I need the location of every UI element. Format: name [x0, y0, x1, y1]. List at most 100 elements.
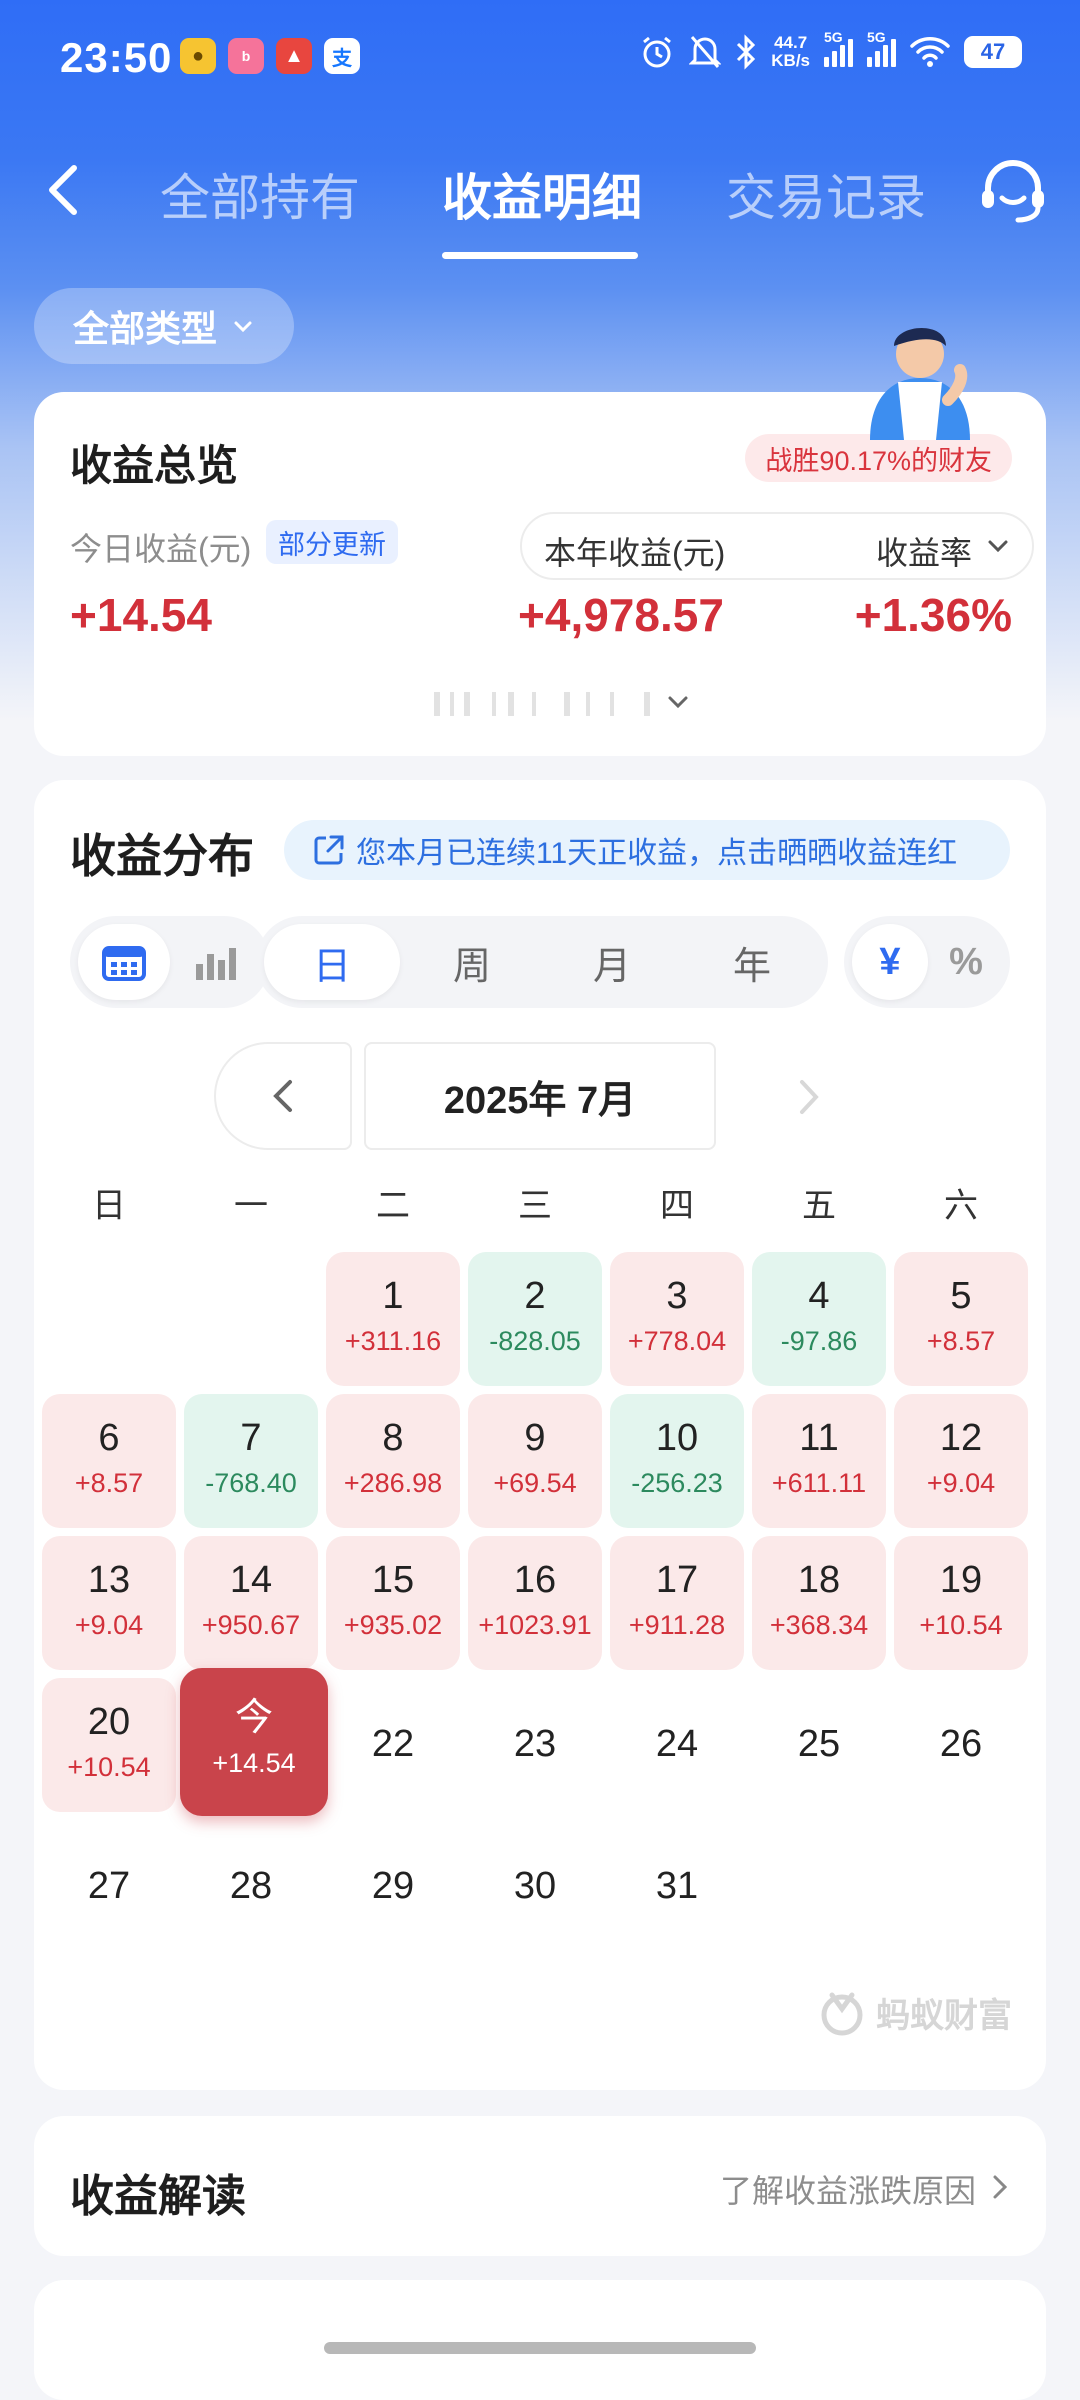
- day-earnings: -256.23: [631, 1468, 723, 1498]
- chevron-left-icon: [273, 1080, 292, 1112]
- calendar-day[interactable]: 13 +9.04: [42, 1536, 176, 1670]
- signal-strength-1: 5G: [824, 29, 853, 67]
- notification-app-icons: ● b ▲ 支: [180, 38, 360, 74]
- calendar-day[interactable]: 20 +10.54: [42, 1678, 176, 1812]
- tab-all-holdings[interactable]: 全部持有: [160, 158, 360, 230]
- calendar-day[interactable]: 26: [894, 1678, 1028, 1812]
- day-number: 5: [950, 1275, 972, 1317]
- interpretation-link[interactable]: 了解收益涨跌原因: [720, 2166, 976, 2212]
- day-number: 14: [229, 1559, 273, 1601]
- day-earnings: +611.11: [771, 1468, 867, 1498]
- calendar-day[interactable]: 27: [42, 1820, 176, 1954]
- battery-indicator: 47: [964, 36, 1022, 68]
- calendar-day[interactable]: 24: [610, 1678, 744, 1812]
- year-earnings-label: 本年收益(元): [544, 535, 726, 571]
- day-earnings: +9.04: [926, 1468, 996, 1498]
- period-week-button[interactable]: 周: [404, 924, 540, 1000]
- calendar-day[interactable]: 17 +911.28: [610, 1536, 744, 1670]
- year-earnings-selector[interactable]: 本年收益(元) 收益率: [520, 512, 1034, 580]
- calendar-day[interactable]: 12 +9.04: [894, 1394, 1028, 1528]
- calendar-day[interactable]: 9 +69.54: [468, 1394, 602, 1528]
- tab-transaction-records[interactable]: 交易记录: [726, 158, 926, 230]
- day-number: 8: [382, 1417, 404, 1459]
- distribution-title: 收益分布: [70, 830, 254, 882]
- calendar-day[interactable]: 19 +10.54: [894, 1536, 1028, 1670]
- day-number: 16: [513, 1559, 557, 1601]
- day-earnings: +8.57: [926, 1326, 996, 1356]
- unit-percent-button[interactable]: %: [928, 924, 1004, 1000]
- chevron-down-icon: [234, 321, 252, 333]
- calendar-day[interactable]: 7 -768.40: [184, 1394, 318, 1528]
- view-mode-toggle: [70, 916, 270, 1008]
- beat-percentage-badge[interactable]: 战胜90.17%的财友: [745, 434, 1012, 482]
- day-number: 4: [808, 1275, 830, 1317]
- day-number: 6: [98, 1417, 120, 1459]
- signal-strength-2: 5G: [867, 29, 896, 67]
- next-month-chevron-icon[interactable]: [774, 1062, 844, 1132]
- calendar-day[interactable]: 14 +950.67: [184, 1536, 318, 1670]
- day-earnings: +286.98: [343, 1468, 443, 1498]
- tab-earnings-detail[interactable]: 收益明细: [442, 158, 642, 230]
- status-bar: 23:50 ● b ▲ 支 44.7 KB/s 5G 5G 47: [0, 0, 1080, 120]
- calendar-day[interactable]: 23: [468, 1678, 602, 1812]
- day-number: 28: [229, 1865, 273, 1907]
- back-icon[interactable]: [36, 160, 96, 220]
- day-earnings: +778.04: [627, 1326, 727, 1356]
- type-filter-dropdown[interactable]: 全部类型: [34, 288, 294, 364]
- streak-banner[interactable]: 您本月已连续11天正收益，点击晒晒收益连红: [284, 820, 1010, 880]
- calendar-day[interactable]: 31: [610, 1820, 744, 1954]
- expand-chevron-icon[interactable]: [434, 684, 734, 724]
- calendar-day[interactable]: 4 -97.86: [752, 1252, 886, 1386]
- calendar-day[interactable]: 11 +611.11: [752, 1394, 886, 1528]
- calendar-day[interactable]: 2 -828.05: [468, 1252, 602, 1386]
- day-earnings: +9.04: [74, 1610, 144, 1640]
- return-rate-label[interactable]: 收益率: [876, 528, 972, 574]
- share-icon: [314, 835, 344, 865]
- calendar-day[interactable]: 29: [326, 1820, 460, 1954]
- overview-title: 收益总览: [70, 442, 239, 489]
- day-earnings: -768.40: [205, 1468, 297, 1498]
- calendar-day[interactable]: 10 -256.23: [610, 1394, 744, 1528]
- calendar-day[interactable]: 16 +1023.91: [468, 1536, 602, 1670]
- calendar-day[interactable]: 3 +778.04: [610, 1252, 744, 1386]
- calendar-day[interactable]: 22: [326, 1678, 460, 1812]
- day-number: 15: [371, 1559, 415, 1601]
- watermark: 蚂蚁财富: [818, 1988, 1012, 2037]
- previous-month-button[interactable]: [214, 1042, 352, 1150]
- period-year-button[interactable]: 年: [684, 924, 820, 1000]
- bluetooth-icon: [737, 34, 756, 70]
- calendar-day[interactable]: 15 +935.02: [326, 1536, 460, 1670]
- bar-chart-view-button[interactable]: [170, 924, 262, 1000]
- weekday-label: 一: [234, 1187, 268, 1225]
- calendar-view-button[interactable]: [78, 924, 170, 1000]
- calendar-day[interactable]: 5 +8.57: [894, 1252, 1028, 1386]
- customer-service-icon[interactable]: [976, 154, 1050, 228]
- ant-fortune-logo-icon: [821, 1992, 863, 2035]
- day-earnings: +8.57: [74, 1468, 144, 1498]
- unit-amount-button[interactable]: ¥: [852, 924, 928, 1000]
- day-number: 31: [655, 1865, 699, 1907]
- calendar-day[interactable]: 8 +286.98: [326, 1394, 460, 1528]
- calendar-day[interactable]: 1 +311.16: [326, 1252, 460, 1386]
- earnings-overview-card: 收益总览 战胜90.17%的财友 今日收益(元) 部分更新 本年收益(元) 收益…: [34, 392, 1046, 756]
- day-number: 1: [382, 1275, 404, 1317]
- partial-update-badge[interactable]: 部分更新: [266, 520, 398, 564]
- streak-text: 您本月已连续11天正收益，点击晒晒收益连红: [356, 837, 958, 870]
- calendar-day[interactable]: 30: [468, 1820, 602, 1954]
- next-card-partial: [34, 2280, 1046, 2400]
- weekday-label: 四: [660, 1187, 694, 1225]
- month-selector[interactable]: 2025年 7月: [364, 1042, 716, 1150]
- calendar-day[interactable]: 6 +8.57: [42, 1394, 176, 1528]
- weekday-label: 二: [376, 1187, 410, 1225]
- calendar-day[interactable]: 25: [752, 1678, 886, 1812]
- earnings-interpretation-card[interactable]: 收益解读 了解收益涨跌原因: [34, 2116, 1046, 2256]
- calendar-day[interactable]: 28: [184, 1820, 318, 1954]
- year-earnings-value: +4,978.57: [518, 589, 724, 641]
- calendar-day[interactable]: 18 +368.34: [752, 1536, 886, 1670]
- home-indicator[interactable]: [324, 2342, 756, 2354]
- period-month-button[interactable]: 月: [544, 924, 680, 1000]
- day-number: 9: [524, 1417, 546, 1459]
- day-number: 11: [799, 1417, 839, 1459]
- calendar-day-today[interactable]: 今 +14.54: [180, 1668, 328, 1816]
- period-day-button[interactable]: 日: [264, 924, 400, 1000]
